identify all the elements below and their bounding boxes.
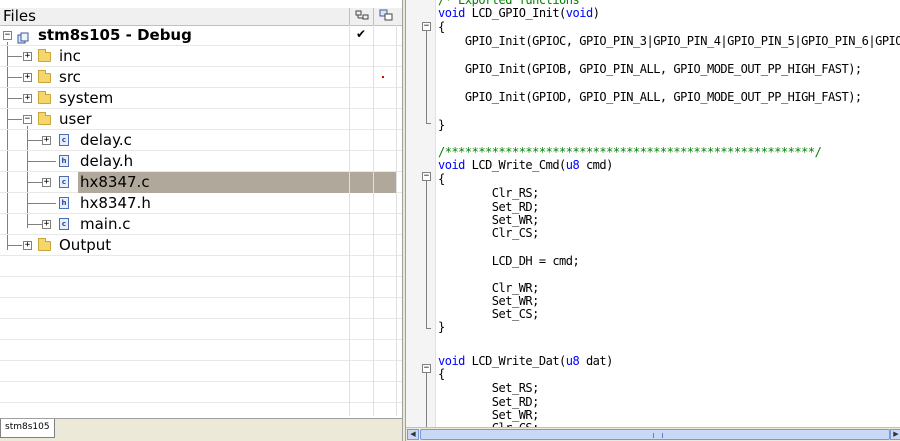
tree-label: hx8347.h: [80, 194, 151, 212]
expand-icon[interactable]: +: [23, 94, 32, 103]
options-icon[interactable]: [378, 9, 394, 23]
check-icon: ✔: [356, 27, 367, 41]
workspace-files-panel: Files − stm8s105 - Debug ✔ + inc + src +…: [0, 0, 402, 441]
expand-icon[interactable]: +: [23, 241, 32, 250]
tree-item-project[interactable]: − stm8s105 - Debug ✔: [0, 25, 402, 46]
code-line[interactable]: }: [438, 320, 445, 334]
code-line[interactable]: GPIO_Init(GPIOD, GPIO_PIN_ALL, GPIO_MODE…: [438, 90, 862, 104]
code-line[interactable]: Clr_CS;: [438, 226, 540, 240]
tree-label: main.c: [80, 215, 131, 233]
collapse-icon[interactable]: −: [23, 115, 32, 124]
expand-icon[interactable]: +: [23, 52, 32, 61]
tree-label: delay.c: [80, 131, 132, 149]
modified-marker: [382, 76, 384, 78]
code-line[interactable]: GPIO_Init(GPIOB, GPIO_PIN_ALL, GPIO_MODE…: [438, 62, 862, 76]
collapse-icon[interactable]: −: [3, 31, 12, 40]
settings-icon[interactable]: [354, 9, 370, 23]
tree-label: delay.h: [80, 152, 134, 170]
workspace-tab-bar: stm8s105: [0, 418, 402, 441]
code-line[interactable]: void LCD_GPIO_Init(void): [438, 6, 600, 20]
code-line[interactable]: Clr_WR;: [438, 281, 540, 295]
expand-icon[interactable]: +: [42, 136, 51, 145]
code-line[interactable]: LCD_DH = cmd;: [438, 254, 580, 268]
expand-icon[interactable]: +: [42, 178, 51, 187]
fold-gutter: − − −: [406, 0, 436, 427]
code-line[interactable]: Clr_RS;: [438, 186, 540, 200]
code-line[interactable]: void LCD_Write_Cmd(u8 cmd): [438, 158, 613, 172]
folder-icon: [38, 70, 51, 83]
folder-icon: [38, 91, 51, 104]
code-line[interactable]: Set_RD;: [438, 200, 540, 214]
c-file-icon: c: [59, 134, 69, 146]
scroll-right-icon[interactable]: ▶: [890, 429, 900, 440]
code-line[interactable]: /***************************************…: [438, 145, 822, 159]
horizontal-scrollbar[interactable]: ◀ ▶: [406, 427, 900, 441]
tree-item-delay-h[interactable]: h delay.h: [0, 151, 402, 172]
tree-item-main-c[interactable]: + c main.c: [0, 214, 402, 235]
column-separator[interactable]: [349, 8, 350, 25]
tree-label: inc: [59, 47, 81, 65]
file-tree: − stm8s105 - Debug ✔ + inc + src + syste…: [0, 25, 402, 424]
c-file-icon: c: [59, 218, 69, 230]
tree-item-delay-c[interactable]: + c delay.c: [0, 130, 402, 151]
code-line[interactable]: Set_RD;: [438, 395, 540, 409]
folder-icon: [38, 112, 51, 125]
code-line[interactable]: GPIO_Init(GPIOC, GPIO_PIN_3|GPIO_PIN_4|G…: [438, 34, 900, 48]
h-file-icon: h: [59, 155, 69, 167]
tree-item-src[interactable]: + src: [0, 67, 402, 88]
expand-icon[interactable]: +: [42, 220, 51, 229]
column-separator[interactable]: [373, 8, 374, 25]
code-line[interactable]: {: [438, 367, 445, 381]
code-line[interactable]: void LCD_Write_Dat(u8 dat): [438, 354, 613, 368]
code-line[interactable]: Set_CS;: [438, 307, 540, 321]
scrollbar-thumb[interactable]: [420, 429, 890, 440]
code-line[interactable]: Set_WR;: [438, 294, 540, 308]
code-line[interactable]: {: [438, 20, 445, 34]
project-icon: [17, 29, 29, 44]
tree-item-system[interactable]: + system: [0, 88, 402, 109]
tree-item-inc[interactable]: + inc: [0, 46, 402, 67]
fold-toggle-icon[interactable]: −: [422, 364, 431, 373]
code-line[interactable]: Set_WR;: [438, 408, 540, 422]
files-title: Files: [3, 7, 36, 25]
files-header: Files: [0, 8, 402, 26]
tree-label: src: [59, 68, 81, 86]
tree-label: hx8347.c: [80, 173, 150, 192]
tree-label: user: [59, 110, 92, 128]
tree-label: system: [59, 89, 114, 107]
fold-toggle-icon[interactable]: −: [422, 172, 431, 181]
folder-icon: [38, 49, 51, 62]
tree-label: Output: [59, 236, 112, 254]
tree-item-output[interactable]: + Output: [0, 235, 402, 256]
code-editor[interactable]: − − − /* Exported functions void LCD_GPIO…: [406, 0, 900, 441]
tree-item-hx8347-h[interactable]: h hx8347.h: [0, 193, 402, 214]
code-line[interactable]: {: [438, 172, 445, 186]
expand-icon[interactable]: +: [23, 73, 32, 82]
folder-icon: [38, 238, 51, 251]
c-file-icon: c: [59, 176, 69, 188]
tab-stm8s105[interactable]: stm8s105: [0, 419, 55, 438]
code-line[interactable]: Set_WR;: [438, 213, 540, 227]
h-file-icon: h: [59, 197, 69, 209]
scroll-left-icon[interactable]: ◀: [407, 429, 419, 440]
tree-item-hx8347-c[interactable]: + c hx8347.c: [0, 172, 402, 193]
tree-label: stm8s105 - Debug: [38, 26, 192, 44]
code-line[interactable]: Set_RS;: [438, 381, 540, 395]
tree-item-user[interactable]: − user: [0, 109, 402, 130]
fold-toggle-icon[interactable]: −: [422, 22, 431, 31]
code-line[interactable]: }: [438, 118, 445, 132]
